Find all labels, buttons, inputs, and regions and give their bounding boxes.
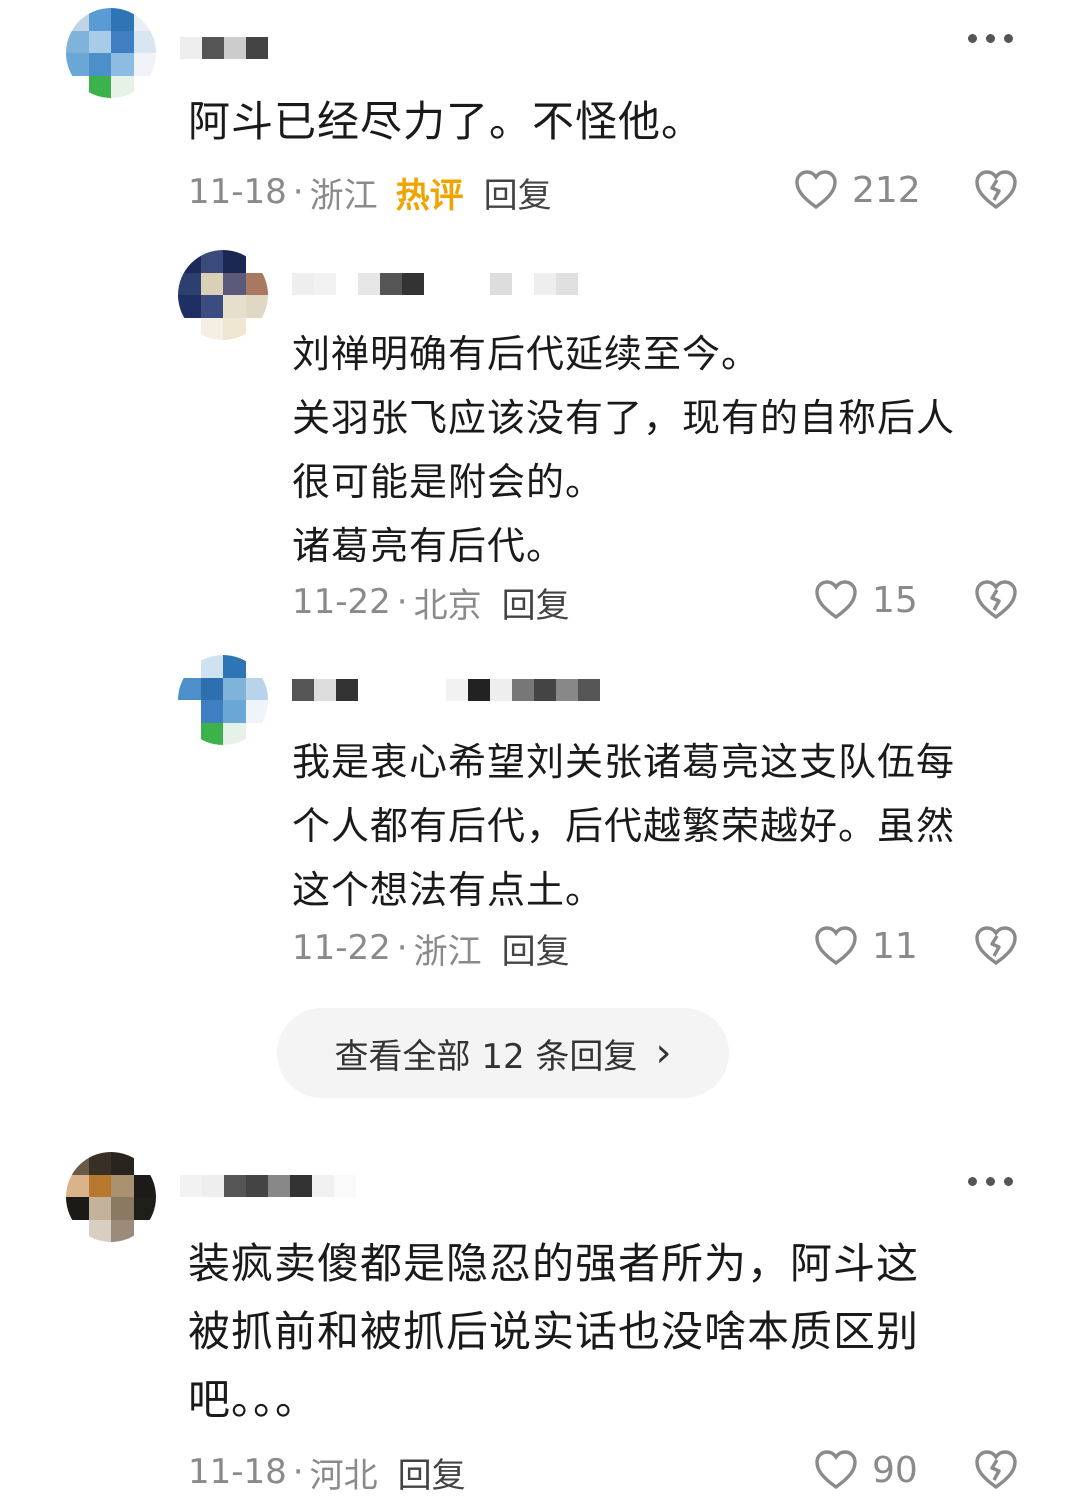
like-count: 11 (872, 925, 918, 967)
dislike-button[interactable] (974, 1450, 1018, 1490)
dislike-button[interactable] (974, 580, 1018, 620)
avatar[interactable] (66, 8, 156, 98)
comment-text: 阿斗已经尽力了。不怪他。 (188, 97, 705, 146)
reply-button[interactable]: 回复 (502, 924, 570, 973)
broken-heart-icon (975, 926, 1017, 966)
comment-date: 11-18 (188, 172, 287, 212)
like-button[interactable]: 212 (794, 168, 921, 212)
dislike-button[interactable] (974, 170, 1018, 210)
dislike-button[interactable] (974, 926, 1018, 966)
username[interactable] (292, 264, 578, 304)
view-all-replies-button[interactable]: 查看全部 12 条回复 › (277, 1008, 729, 1098)
heart-outline-icon (795, 170, 837, 210)
comment-meta: 11-18 · 河北 回复 (188, 1448, 466, 1497)
reply-date: 11-22 (292, 928, 391, 968)
reply-text-line: 关羽张飞应该没有了，现有的自称后人 (292, 396, 956, 440)
reply-date: 11-22 (292, 582, 391, 622)
like-count: 15 (872, 579, 918, 621)
reply-button[interactable]: 回复 (398, 1448, 466, 1497)
reply-location: 北京 (413, 585, 482, 626)
comment-location: 浙江 (309, 175, 378, 216)
avatar[interactable] (178, 250, 268, 340)
more-dots-icon[interactable] (968, 1177, 1013, 1186)
reply-text-line: 个人都有后代，后代越繁荣越好。虽然 (292, 804, 956, 848)
like-count: 212 (852, 169, 921, 211)
chevron-right-icon: › (655, 1030, 672, 1076)
comment-text-line: 被抓前和被抓后说实话也没啥本质区别 (188, 1307, 920, 1356)
like-button[interactable]: 15 (814, 578, 918, 622)
reply-meta: 11-22 · 浙江 回复 (292, 924, 570, 973)
username[interactable] (180, 1166, 356, 1206)
reply-meta: 11-22 · 北京 回复 (292, 578, 570, 627)
username[interactable] (180, 28, 268, 68)
more-dots-icon[interactable] (968, 34, 1013, 43)
view-all-replies-label: 查看全部 12 条回复 (334, 1036, 638, 1077)
avatar[interactable] (66, 1152, 156, 1242)
broken-heart-icon (975, 580, 1017, 620)
like-button[interactable]: 90 (814, 1448, 918, 1492)
comment-text-line: 吧。。。 (188, 1375, 319, 1424)
heart-outline-icon (815, 580, 857, 620)
avatar[interactable] (178, 655, 268, 745)
hot-badge: 热评 (395, 175, 464, 216)
username[interactable] (292, 670, 600, 710)
reply-text-line: 很可能是附会的。 (292, 460, 605, 504)
reply-text-line: 这个想法有点土。 (292, 868, 605, 912)
reply-text-line: 诸葛亮有后代。 (292, 524, 566, 568)
comment-date: 11-18 (188, 1452, 287, 1492)
broken-heart-icon (975, 170, 1017, 210)
comment-meta: 11-18 · 浙江 热评 回复 (188, 168, 552, 217)
like-count: 90 (872, 1449, 918, 1491)
reply-button[interactable]: 回复 (502, 578, 570, 627)
like-button[interactable]: 11 (814, 924, 918, 968)
reply-button[interactable]: 回复 (484, 168, 552, 217)
heart-outline-icon (815, 926, 857, 966)
heart-outline-icon (815, 1450, 857, 1490)
comment-text-line: 装疯卖傻都是隐忍的强者所为，阿斗这 (188, 1239, 920, 1288)
broken-heart-icon (975, 1450, 1017, 1490)
comment-location: 河北 (309, 1455, 378, 1496)
reply-location: 浙江 (413, 931, 482, 972)
reply-text-line: 刘禅明确有后代延续至今。 (292, 332, 761, 376)
reply-text-line: 我是衷心希望刘关张诸葛亮这支队伍每 (292, 740, 956, 784)
